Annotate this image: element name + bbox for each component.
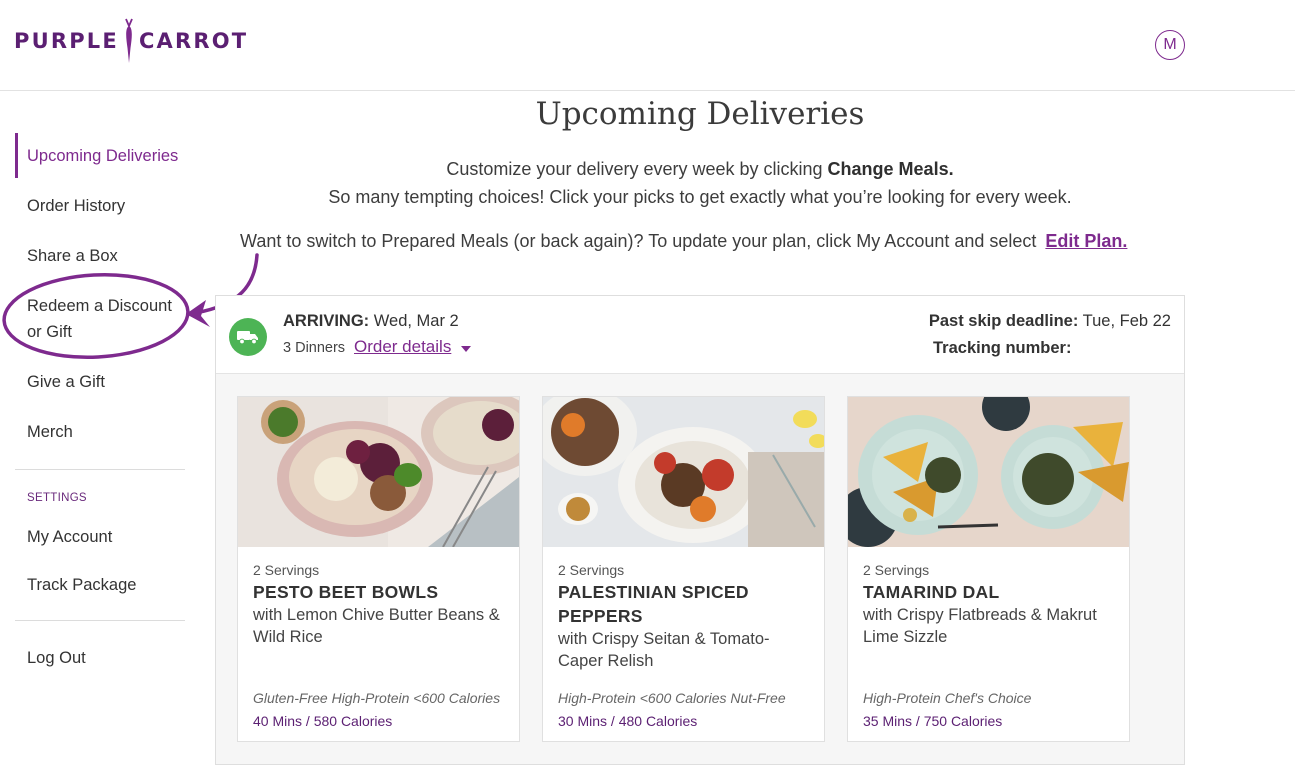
tracking-number: Tracking number: <box>933 339 1072 357</box>
sidebar-item-order-history[interactable]: Order History <box>27 193 125 219</box>
meal-subtitle: with Crispy Flatbreads & Makrut Lime Siz… <box>863 606 1097 646</box>
intro-text: Customize your delivery every week by cl… <box>446 159 828 179</box>
skip-value: Tue, Feb 22 <box>1078 312 1171 330</box>
change-meals-emphasis: Change Meals. <box>827 159 954 179</box>
order-details-link[interactable]: Order details <box>354 337 451 357</box>
logo-word-carrot: CARROT <box>138 29 249 53</box>
sidebar-divider <box>15 469 185 470</box>
arriving-label: ARRIVING: <box>283 312 370 330</box>
meal-info: 2 Servings PESTO BEET BOWLS with Lemon C… <box>253 562 508 648</box>
skip-deadline: Past skip deadline: Tue, Feb 22 <box>929 312 1171 331</box>
user-avatar[interactable]: M <box>1155 30 1185 60</box>
meal-time-calories: 30 Mins / 480 Calories <box>558 713 698 729</box>
meal-tags: Gluten-Free High-Protein <600 Calories <box>253 690 501 706</box>
meal-info: 2 Servings TAMARIND DAL with Crispy Flat… <box>863 562 1118 648</box>
sidebar-item-upcoming-deliveries[interactable]: Upcoming Deliveries <box>27 143 178 169</box>
meal-photo-pesto-beet-bowls <box>238 397 519 547</box>
meal-card[interactable]: 2 Servings PESTO BEET BOWLS with Lemon C… <box>237 396 520 742</box>
meal-tags: High-Protein <600 Calories Nut-Free <box>558 690 786 706</box>
skip-label: Past skip deadline: <box>928 312 1079 330</box>
meal-name: PESTO BEET BOWLS <box>253 582 439 602</box>
active-indicator <box>15 133 18 178</box>
meal-card[interactable]: 2 Servings TAMARIND DAL with Crispy Flat… <box>847 396 1130 742</box>
dinner-count: 3 Dinners <box>283 340 346 356</box>
edit-plan-link[interactable]: Edit Plan. <box>1045 231 1127 251</box>
chevron-down-icon[interactable] <box>461 346 471 352</box>
carrot-icon <box>125 18 133 63</box>
delivery-card: ARRIVING: Wed, Mar 2 3 Dinners Order det… <box>215 295 1185 765</box>
switch-text: Want to switch to Prepared Meals (or bac… <box>240 231 1042 251</box>
sidebar-item-log-out[interactable]: Log Out <box>27 645 86 671</box>
delivery-header: ARRIVING: Wed, Mar 2 3 Dinners Order det… <box>216 296 1184 374</box>
meal-photo-palestinian-spiced-peppers <box>543 397 824 547</box>
redeem-label-line2: or Gift <box>27 323 72 341</box>
meal-time-calories: 40 Mins / 580 Calories <box>253 713 393 729</box>
meal-time-calories: 35 Mins / 750 Calories <box>863 713 1003 729</box>
redeem-label-line1: Redeem a Discount <box>27 297 172 315</box>
settings-heading: SETTINGS <box>27 492 87 504</box>
meal-name: TAMARIND DAL <box>863 582 1000 602</box>
meal-info: 2 Servings PALESTINIAN SPICED PEPPERS wi… <box>558 562 813 672</box>
sidebar-item-my-account[interactable]: My Account <box>27 524 112 550</box>
sidebar-item-share-a-box[interactable]: Share a Box <box>27 243 118 269</box>
switch-plan-text: Want to switch to Prepared Meals (or bac… <box>240 231 1127 252</box>
sidebar-item-track-package[interactable]: Track Package <box>27 572 136 598</box>
account-sidebar: Upcoming Deliveries Order History Share … <box>0 91 200 772</box>
page-title: Upcoming Deliveries <box>535 96 865 132</box>
intro-line-2: So many tempting choices! Click your pic… <box>328 187 1072 207</box>
sidebar-divider <box>15 620 185 621</box>
meal-name: PALESTINIAN SPICED PEPPERS <box>558 582 749 626</box>
purple-carrot-logo[interactable]: PURPLE CARROT <box>14 18 248 64</box>
sidebar-item-redeem-discount[interactable]: Redeem a Discount or Gift <box>27 293 172 345</box>
top-header: PURPLE CARROT M <box>0 0 1295 91</box>
meal-subtitle: with Crispy Seitan & Tomato-Caper Relish <box>558 630 770 670</box>
sidebar-item-merch[interactable]: Merch <box>27 419 73 445</box>
arriving-value: Wed, Mar 2 <box>369 312 459 330</box>
meal-servings: 2 Servings <box>558 562 625 578</box>
truck-icon <box>229 318 267 356</box>
logo-word-purple: PURPLE <box>14 29 119 53</box>
intro-line-1: Customize your delivery every week by cl… <box>215 159 1185 180</box>
meal-servings: 2 Servings <box>863 562 930 578</box>
meal-subtitle: with Lemon Chive Butter Beans & Wild Ric… <box>253 606 500 646</box>
meal-card[interactable]: 2 Servings PALESTINIAN SPICED PEPPERS wi… <box>542 396 825 742</box>
meal-servings: 2 Servings <box>253 562 320 578</box>
meal-photo-tamarind-dal <box>848 397 1129 547</box>
sidebar-item-give-a-gift[interactable]: Give a Gift <box>27 369 105 395</box>
arriving-date: ARRIVING: Wed, Mar 2 <box>283 312 459 331</box>
meal-tags: High-Protein Chef's Choice <box>863 690 1032 706</box>
